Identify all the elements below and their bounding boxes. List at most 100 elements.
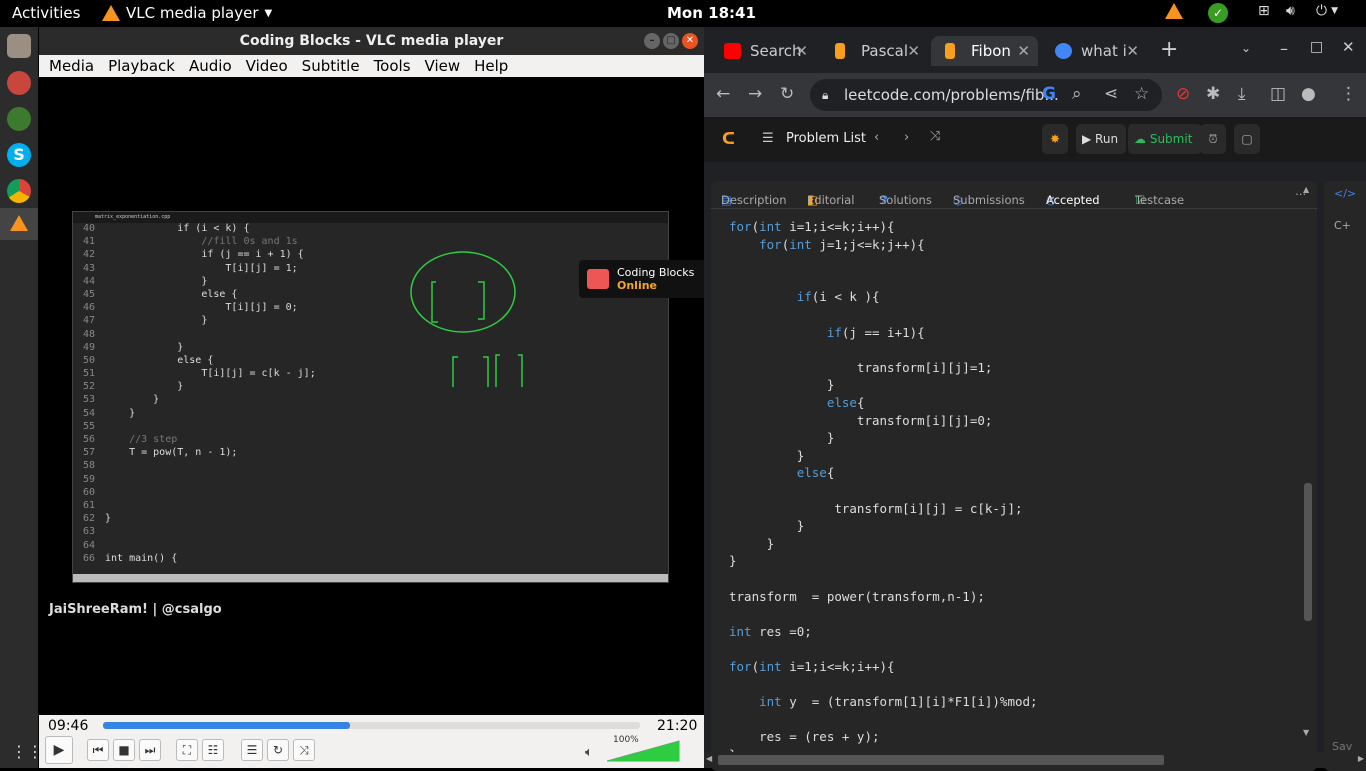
line-text: //fill 0s and 1s: [105, 236, 298, 248]
close-tab-icon[interactable]: ✕: [1046, 193, 1056, 207]
profile-icon[interactable]: ●: [1301, 84, 1316, 104]
chrome-icon[interactable]: [7, 179, 31, 203]
files-icon[interactable]: [7, 34, 31, 58]
editor-line: 41 //fill 0s and 1s: [73, 236, 668, 249]
line-text: //3 step: [105, 434, 178, 445]
network-icon[interactable]: ⊞: [1258, 3, 1270, 19]
more-menu-icon[interactable]: ⋮: [1340, 84, 1357, 104]
vlc-controls: 09:46 21:20 ▶ ⏮ ■ ⏭ ⛶ ☷ ☰ ↻ ⤨ 🔈︎ 100%: [39, 715, 704, 768]
tab-search-icon[interactable]: ⌄: [1241, 41, 1251, 55]
debug-icon[interactable]: ✸: [1042, 124, 1068, 154]
video-area[interactable]: matrix_exponentiation.cpp 40 if (i < k) …: [39, 77, 705, 742]
close-icon[interactable]: ✕: [682, 33, 698, 49]
new-tab-icon[interactable]: +: [1160, 37, 1178, 62]
shuffle-button[interactable]: ⤨: [293, 739, 315, 761]
close-tab-icon[interactable]: ✕: [1126, 36, 1139, 66]
badge-title: Coding Blocks: [617, 266, 695, 279]
editor-line: 62}: [73, 513, 668, 526]
close-tab-icon[interactable]: ✕: [795, 36, 808, 66]
line-number: 64: [82, 539, 95, 551]
activities-button[interactable]: Activities: [12, 4, 80, 22]
maximize-icon[interactable]: □: [1310, 39, 1323, 55]
scrollbar-thumb[interactable]: [718, 755, 1164, 765]
code-line: }: [729, 377, 835, 393]
maximize-icon[interactable]: □: [663, 33, 679, 49]
tab-youtube[interactable]: Search ✕: [710, 36, 816, 66]
menu-help[interactable]: Help: [474, 55, 508, 77]
google-lens-icon[interactable]: G: [1042, 84, 1056, 104]
close-icon[interactable]: ✕: [1342, 38, 1355, 56]
random-problem-icon[interactable]: ⤨: [930, 129, 940, 144]
menu-playback[interactable]: Playback: [108, 55, 175, 77]
notes-icon[interactable]: ▢: [1234, 124, 1260, 154]
update-icon[interactable]: ✓: [1208, 3, 1228, 23]
line-text: else {: [105, 288, 238, 300]
tab-label: Editorial: [807, 193, 855, 207]
line-number: 52: [82, 381, 95, 393]
power-icon[interactable]: ⏻ ▼: [1316, 3, 1338, 19]
leetcode-logo-icon[interactable]: ᑕ: [722, 129, 735, 148]
vlc-tray-icon[interactable]: [1165, 3, 1183, 19]
app-icon[interactable]: [7, 107, 31, 131]
volume-icon[interactable]: 🔊︎: [1286, 3, 1295, 19]
horizontal-scrollbar[interactable]: ◀ ▶: [704, 752, 1366, 768]
tab-label: what i: [1081, 42, 1127, 60]
menu-subtitle[interactable]: Subtitle: [302, 55, 360, 77]
menu-media[interactable]: Media: [49, 55, 94, 77]
menu-view[interactable]: View: [425, 55, 461, 77]
seek-bar[interactable]: [103, 722, 640, 729]
loop-button[interactable]: ↻: [267, 739, 289, 761]
stop-button[interactable]: ■: [113, 739, 135, 761]
line-number: 56: [82, 434, 95, 445]
adblock-icon[interactable]: ⊘: [1176, 84, 1190, 104]
settings-icon[interactable]: [7, 71, 31, 95]
line-text: }: [105, 341, 184, 353]
submit-button[interactable]: ☁ Submit: [1128, 124, 1202, 154]
bookmark-star-icon[interactable]: ☆: [1134, 84, 1149, 104]
next-button[interactable]: ⏭: [139, 739, 161, 761]
close-tab-icon[interactable]: ✕: [1017, 36, 1030, 66]
menu-tools[interactable]: Tools: [374, 55, 411, 77]
code-icon[interactable]: </>: [1334, 187, 1356, 200]
reload-icon[interactable]: ↻: [780, 84, 794, 104]
zoom-icon[interactable]: ⌕: [1072, 84, 1082, 104]
tab-pascal[interactable]: Pascal ✕: [821, 36, 928, 66]
next-problem-icon[interactable]: ›: [904, 130, 909, 145]
seek-bar-fill: [103, 722, 351, 729]
problem-list-link[interactable]: Problem List: [786, 131, 866, 146]
extended-settings-button[interactable]: ☷: [202, 739, 224, 761]
side-panel-icon[interactable]: ◫: [1270, 84, 1286, 104]
tab-fibonacci[interactable]: Fibon ✕: [931, 36, 1038, 66]
minimize-icon[interactable]: –: [1280, 39, 1288, 58]
language-label[interactable]: C+: [1334, 219, 1351, 232]
vertical-scrollbar[interactable]: ▲ ▼: [1303, 185, 1313, 737]
playlist-button[interactable]: ☰: [241, 739, 263, 761]
close-tab-icon[interactable]: ✕: [907, 36, 920, 66]
play-button[interactable]: ▶: [45, 736, 73, 764]
skype-icon[interactable]: S: [7, 143, 31, 167]
vlc-icon[interactable]: [10, 215, 28, 235]
run-button[interactable]: ▶ Run: [1076, 124, 1126, 154]
editor-line: 60: [73, 487, 668, 500]
forward-icon[interactable]: →: [748, 84, 762, 104]
line-number: 45: [82, 288, 95, 300]
back-icon[interactable]: ←: [716, 84, 730, 104]
code-editor[interactable]: for(int i=1;i<=k;i++){ for(int j=1;j<=k;…: [729, 211, 1299, 763]
line-text: }: [105, 275, 208, 287]
menu-audio[interactable]: Audio: [189, 55, 232, 77]
download-icon[interactable]: ⤓: [1238, 84, 1246, 104]
prev-problem-icon[interactable]: ‹: [874, 130, 879, 145]
timer-icon[interactable]: ⏰︎: [1200, 124, 1226, 154]
code-panel: ▤ Description ◧ Editorial ⚗ Solutions ◷ …: [711, 181, 1317, 771]
scrollbar-thumb[interactable]: [1304, 483, 1312, 621]
clock[interactable]: Mon 18:41: [667, 4, 756, 22]
previous-button[interactable]: ⏮: [87, 739, 109, 761]
share-icon[interactable]: ⋖: [1104, 84, 1118, 104]
fullscreen-button[interactable]: ⛶: [176, 739, 198, 761]
minimize-icon[interactable]: –: [644, 33, 660, 49]
extensions-icon[interactable]: ✱: [1206, 84, 1220, 104]
tab-google[interactable]: what i ✕: [1041, 36, 1147, 66]
app-menu[interactable]: VLC media player ▼: [102, 4, 272, 22]
volume-slider[interactable]: 🔈︎ 100%: [585, 735, 681, 763]
menu-video[interactable]: Video: [246, 55, 288, 77]
